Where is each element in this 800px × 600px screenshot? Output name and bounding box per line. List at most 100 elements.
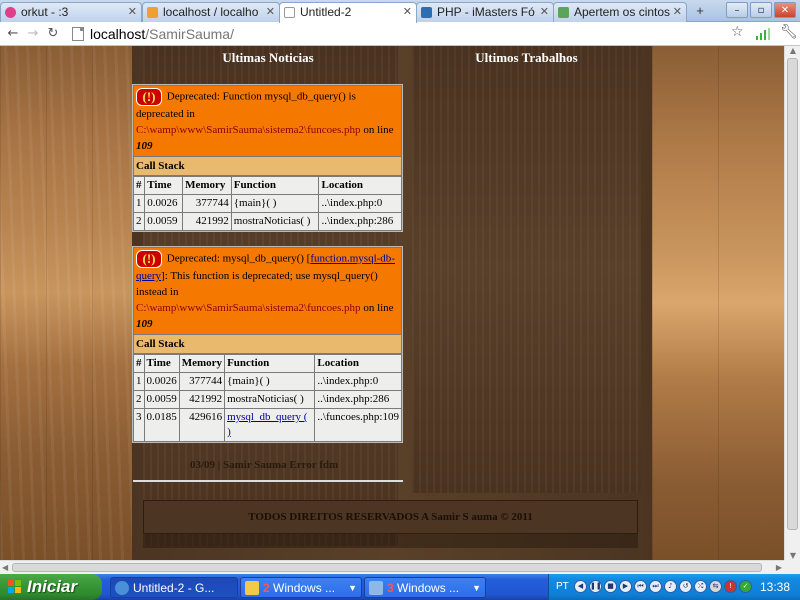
column-header: Time	[143, 354, 180, 373]
close-icon[interactable]: ✕	[403, 3, 412, 22]
works-title: Ultimos Trabalhos	[475, 50, 578, 65]
column-header: Memory	[178, 354, 226, 373]
media-next-icon[interactable]: ▶	[619, 580, 632, 593]
back-arrow-icon[interactable]: ←	[4, 25, 22, 43]
php-error-block-1: (!) Deprecated: Function mysql_db_query(…	[132, 84, 403, 232]
media-skip-back-icon[interactable]: ⏮	[634, 580, 647, 593]
function-link[interactable]: mysql_db_query ( )	[227, 411, 307, 438]
language-indicator[interactable]: PT	[556, 574, 569, 600]
chevron-down-icon: ▼	[472, 583, 481, 593]
task-count: 3	[387, 581, 394, 595]
cell: {main}( )	[224, 372, 316, 391]
php-error-block-2: (!) Deprecated: mysql_db_query() [functi…	[132, 246, 403, 443]
tab-apertem[interactable]: Apertem os cintos ✕	[553, 2, 687, 22]
url-host: localhost	[90, 26, 146, 42]
task-label: Windows ...	[269, 581, 336, 595]
taskbar-item-chrome[interactable]: Untitled-2 - G...	[110, 577, 238, 598]
scroll-up-arrow-icon[interactable]: ▲	[787, 46, 799, 55]
cell: 421992	[182, 212, 232, 231]
news-credit-text: 03/09 | Samir Sauma Error fdm	[190, 459, 339, 471]
maximize-button[interactable]: ▫	[750, 2, 772, 18]
column-header: Memory	[182, 176, 232, 195]
call-stack-header: Call Stack	[133, 157, 402, 176]
window-app-icon	[369, 581, 383, 595]
page-favicon-icon	[284, 7, 295, 18]
windows-taskbar: Iniciar Untitled-2 - G... 2 Windows ... …	[0, 574, 800, 600]
taskbar-item-explorer-group[interactable]: 2 Windows ... ▼	[240, 577, 362, 598]
scrollbar-thumb[interactable]	[12, 563, 762, 572]
close-icon[interactable]: ✕	[266, 3, 275, 22]
page-viewport: Ultimas Noticias Ultimos Trabalhos (!) D…	[0, 46, 784, 560]
cell: 1	[133, 372, 145, 391]
shuffle-icon[interactable]: ⤮	[694, 580, 707, 593]
forward-arrow-icon[interactable]: →	[24, 25, 42, 43]
cell: 377744	[182, 194, 232, 213]
signal-bars-icon[interactable]	[756, 28, 770, 40]
task-label: Windows ...	[393, 581, 460, 595]
scroll-left-arrow-icon[interactable]: ◀	[2, 561, 8, 575]
cell: mysql_db_query ( )	[224, 408, 316, 442]
error-file-path: C:\wamp\www\SamirSauma\sistema2\funcoes.…	[136, 302, 361, 314]
new-tab-button[interactable]: +	[690, 4, 710, 18]
cell: ..\index.php:286	[318, 212, 402, 231]
error-text: Deprecated: mysql_db_query()	[166, 252, 304, 265]
browser-toolbar: ← → ↻ localhost/SamirSauma/ ☆ 🔧︎	[0, 22, 800, 46]
task-count: 2	[263, 581, 270, 595]
chevron-down-icon: ▼	[348, 583, 357, 593]
reload-icon[interactable]: ↻	[44, 25, 62, 43]
error-on-line-label: on line	[363, 302, 394, 314]
clock[interactable]: 13:38	[760, 574, 790, 600]
scroll-right-arrow-icon[interactable]: ▶	[776, 561, 782, 575]
imasters-favicon-icon	[421, 7, 432, 18]
horizontal-scrollbar[interactable]: ◀ ▶	[0, 560, 784, 574]
close-icon[interactable]: ✕	[673, 3, 682, 22]
tab-untitled-2[interactable]: Untitled-2 ✕	[279, 2, 417, 23]
tab-phpmyadmin[interactable]: localhost / localho ✕	[142, 2, 280, 22]
error-icon: (!)	[136, 88, 162, 106]
column-header: Location	[314, 354, 402, 373]
tab-orkut[interactable]: orkut - :3 ✕	[0, 2, 142, 22]
orkut-favicon-icon	[5, 7, 16, 18]
taskbar-item-windows-group[interactable]: 3 Windows ... ▼	[364, 577, 486, 598]
cell: 0.0185	[143, 408, 180, 442]
table-row: 3 0.0185 429616 mysql_db_query ( ) ..\fu…	[133, 408, 402, 442]
table-row: 1 0.0026 377744 {main}( ) ..\index.php:0	[132, 194, 402, 213]
column-header: Time	[144, 176, 184, 195]
start-button[interactable]: Iniciar	[0, 574, 102, 600]
cell: mostraNoticias( )	[224, 390, 316, 409]
error-on-line-label: on line	[363, 124, 394, 136]
cell: 2	[132, 212, 146, 231]
column-header: Function	[224, 354, 316, 373]
media-prev-icon[interactable]: ◀	[574, 580, 587, 593]
close-icon[interactable]: ✕	[540, 3, 549, 22]
bookmark-star-icon[interactable]: ☆	[731, 24, 744, 40]
cell: 2	[133, 390, 145, 409]
media-stop-icon[interactable]: ■	[604, 580, 617, 593]
antivirus-icon[interactable]: ✓	[739, 580, 752, 593]
wrench-icon[interactable]: 🔧︎	[780, 24, 798, 40]
error-message: (!) Deprecated: mysql_db_query() [functi…	[133, 247, 402, 335]
url-text[interactable]: localhost/SamirSauma/	[90, 24, 234, 44]
windows-logo-icon	[8, 580, 23, 594]
start-label: Iniciar	[27, 577, 78, 596]
media-skip-forward-icon[interactable]: ⏭	[649, 580, 662, 593]
scrollbar-thumb[interactable]	[787, 58, 798, 530]
close-icon[interactable]: ✕	[128, 3, 137, 22]
repeat-icon[interactable]: ↺	[679, 580, 692, 593]
volume-icon[interactable]: ♪	[664, 580, 677, 593]
call-stack-header: Call Stack	[133, 335, 402, 354]
tab-imasters[interactable]: PHP - iMasters Fó ✕	[416, 2, 554, 22]
call-stack-table: # Time Memory Function Location 1 0.0026…	[132, 176, 402, 231]
security-alert-icon[interactable]: !	[724, 580, 737, 593]
cell: 0.0059	[144, 212, 184, 231]
tab-strip: orkut - :3 ✕ localhost / localho ✕ Untit…	[0, 0, 800, 23]
vertical-scrollbar[interactable]: ▲ ▼	[784, 46, 800, 560]
scroll-down-arrow-icon[interactable]: ▼	[787, 551, 799, 560]
scrollbar-corner	[784, 560, 800, 574]
network-icon[interactable]: ⇆	[709, 580, 722, 593]
footer-shadow	[143, 534, 638, 548]
window-close-button[interactable]: ✕	[774, 2, 796, 18]
minimize-button[interactable]: –	[726, 2, 748, 18]
media-pause-icon[interactable]: ❚❚	[589, 580, 602, 593]
address-bar[interactable]: localhost/SamirSauma/	[68, 24, 750, 44]
